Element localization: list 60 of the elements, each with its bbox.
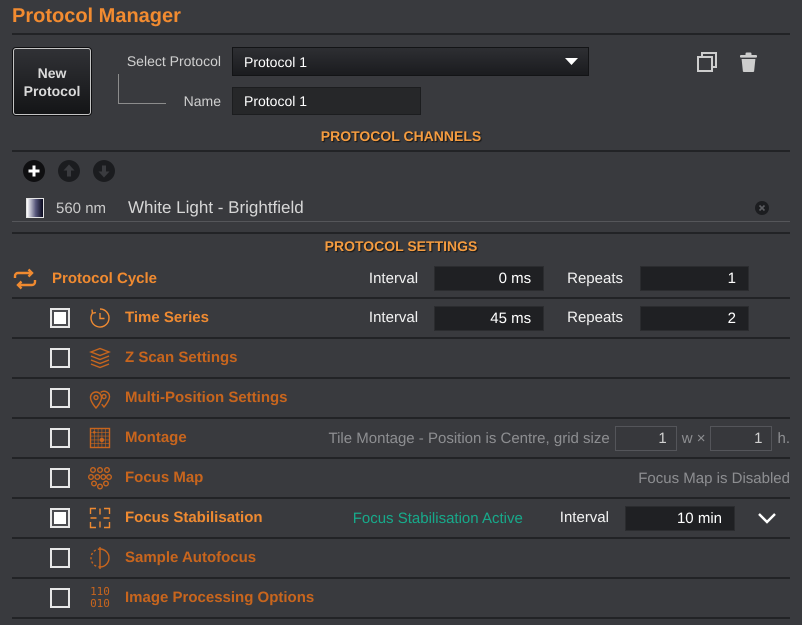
checkbox[interactable] bbox=[50, 428, 70, 448]
binary-digits-icon: 110 010 bbox=[90, 586, 110, 610]
repeats-field[interactable]: 1 bbox=[640, 266, 749, 291]
window-title: Protocol Manager bbox=[12, 4, 181, 29]
setting-label: Focus Map bbox=[125, 468, 204, 488]
channel-name: White Light - Brightfield bbox=[128, 198, 304, 218]
repeats-field[interactable]: 2 bbox=[640, 306, 749, 330]
interval-field[interactable]: 0 ms bbox=[434, 266, 544, 291]
wavelength-label: 560 nm bbox=[56, 200, 108, 216]
checkbox[interactable] bbox=[50, 508, 70, 528]
plus-icon[interactable] bbox=[23, 160, 45, 182]
montage-summary: Tile Montage - Position is Centre, grid size bbox=[328, 430, 610, 446]
grid-width-field[interactable]: 1 bbox=[614, 426, 677, 450]
interval-field[interactable]: 10 min bbox=[625, 506, 735, 530]
close-icon[interactable] bbox=[755, 201, 769, 215]
checkbox[interactable] bbox=[50, 548, 70, 568]
timer-icon bbox=[88, 306, 112, 330]
grid-height-field[interactable]: 1 bbox=[710, 426, 772, 450]
circle-cluster-icon bbox=[88, 466, 112, 490]
new-protocol-button[interactable]: New Protocol bbox=[13, 48, 91, 115]
copy-icon[interactable] bbox=[697, 52, 717, 72]
layers-icon bbox=[88, 346, 112, 370]
interval-label: Interval bbox=[560, 509, 609, 527]
setting-label: Multi-Position Settings bbox=[125, 388, 288, 408]
connector-line bbox=[118, 74, 166, 104]
setting-label: Sample Autofocus bbox=[125, 548, 256, 568]
repeats-label: Repeats bbox=[567, 270, 623, 288]
status-text: Focus Map is Disabled bbox=[638, 470, 790, 486]
interval-field[interactable]: 45 ms bbox=[434, 306, 544, 330]
setting-label: Z Scan Settings bbox=[125, 348, 238, 368]
checkbox[interactable] bbox=[50, 588, 70, 608]
setting-label: Focus Stabilisation bbox=[125, 508, 263, 528]
field-label: Select Protocol bbox=[126, 52, 222, 71]
checkbox[interactable] bbox=[50, 348, 70, 368]
delete-icon[interactable] bbox=[740, 52, 757, 72]
caret-icon bbox=[565, 58, 578, 65]
repeat-icon bbox=[12, 266, 38, 290]
setting-label: Time Series bbox=[125, 308, 209, 328]
split-circle-icon bbox=[88, 546, 112, 570]
field-label: Name bbox=[184, 92, 221, 111]
interval-label: Interval bbox=[368, 270, 418, 288]
section-heading: PROTOCOL CHANNELS bbox=[320, 127, 482, 145]
checkbox[interactable] bbox=[50, 308, 70, 328]
interval-label: Interval bbox=[368, 309, 418, 327]
unit-label: w × bbox=[682, 430, 706, 446]
unit-label: h. bbox=[777, 430, 790, 446]
chevron-down-icon[interactable] bbox=[757, 512, 777, 524]
color-swatch-icon bbox=[26, 198, 44, 218]
protocol-name-field[interactable]: Protocol 1 bbox=[232, 87, 421, 115]
checkbox[interactable] bbox=[50, 468, 70, 488]
checkbox[interactable] bbox=[50, 388, 70, 408]
setting-label: Protocol Cycle bbox=[52, 268, 158, 288]
status-text: Focus Stabilisation Active bbox=[352, 510, 523, 526]
setting-label: Image Processing Options bbox=[125, 588, 314, 608]
protocol-dropdown[interactable]: Protocol 1 bbox=[232, 47, 589, 76]
grid-icon bbox=[88, 426, 112, 450]
setting-label: Montage bbox=[125, 428, 187, 448]
section-heading: PROTOCOL SETTINGS bbox=[324, 237, 478, 255]
repeats-label: Repeats bbox=[567, 309, 623, 327]
focus-brackets-icon bbox=[88, 506, 112, 530]
